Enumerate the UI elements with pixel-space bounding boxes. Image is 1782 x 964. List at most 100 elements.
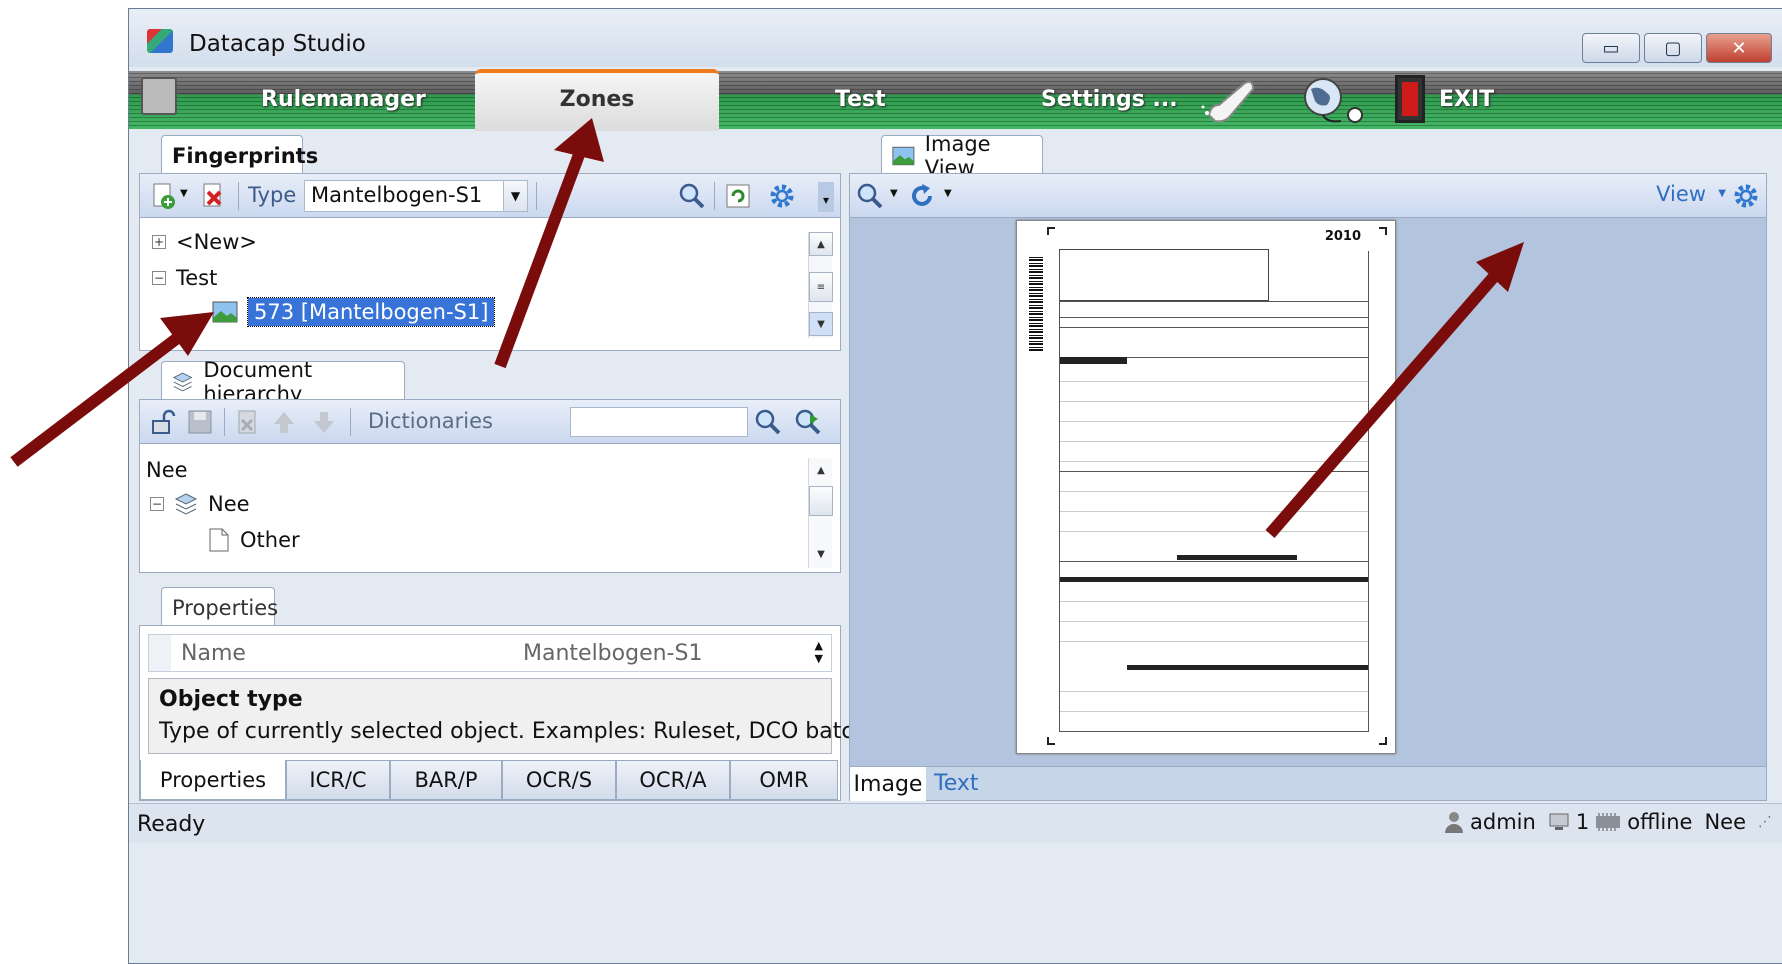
scroll-icon[interactable] — [1201, 75, 1259, 125]
move-up-icon[interactable] — [270, 408, 298, 436]
status-connection: offline — [1627, 810, 1693, 834]
tab-document-hierarchy[interactable]: Document hierarchy — [161, 358, 405, 406]
memory-chip-icon — [1596, 813, 1621, 831]
menu-exit[interactable]: EXIT — [1439, 87, 1494, 112]
scroll-thumb[interactable]: ≡ — [809, 272, 833, 302]
tab-properties[interactable]: Properties — [161, 587, 278, 627]
scroll-down-icon[interactable]: ▼ — [809, 542, 833, 566]
maximize-button[interactable]: ▢ — [1644, 33, 1702, 63]
close-button[interactable]: ✕ — [1706, 33, 1772, 63]
zoom-icon[interactable] — [856, 182, 884, 210]
collapse-icon[interactable]: − — [150, 497, 164, 511]
delete-node-icon[interactable] — [234, 408, 262, 436]
chevron-down-icon[interactable]: ▼ — [944, 188, 952, 199]
expand-icon[interactable]: + — [152, 235, 166, 249]
dropdown-arrow-icon[interactable]: ▼ — [503, 181, 527, 211]
collapse-icon[interactable]: − — [152, 271, 166, 285]
tree-item-label: Other — [240, 528, 300, 552]
tree-item-new[interactable]: + <New> — [152, 230, 257, 254]
status-user: admin — [1470, 810, 1536, 834]
type-select[interactable]: Mantelbogen-S1 ▼ — [304, 180, 528, 212]
main-menubar: Rulemanager Zones Test Settings ... EXIT — [129, 69, 1782, 131]
chevron-down-icon[interactable]: ▼ — [890, 188, 898, 199]
status-count: 1 — [1575, 810, 1590, 834]
move-down-icon[interactable] — [310, 408, 338, 436]
tab-properties-bottom[interactable]: Properties — [140, 760, 286, 800]
tab-fingerprints[interactable]: Fingerprints — [161, 135, 318, 175]
tab-ocr-a[interactable]: OCR/A — [616, 760, 730, 800]
description-text: Type of currently selected object. Examp… — [159, 719, 959, 744]
window-title: Datacap Studio — [189, 31, 366, 57]
layers-icon — [172, 372, 193, 391]
type-label: Type — [248, 183, 297, 207]
minimize-button[interactable]: ▭ — [1582, 33, 1640, 63]
properties-bottom-tabs: Properties ICR/C BAR/P OCR/S OCR/A OMR — [140, 760, 840, 800]
rotate-icon[interactable] — [908, 182, 936, 210]
tab-text[interactable]: Text — [934, 771, 979, 796]
tree-item-label: Nee — [146, 458, 188, 482]
menu-test[interactable]: Test — [835, 87, 886, 112]
view-menu[interactable]: View — [1656, 182, 1706, 206]
delete-fingerprint-icon[interactable] — [200, 182, 228, 210]
tree-item-label: Test — [176, 266, 218, 290]
exit-door-icon[interactable] — [1395, 75, 1425, 123]
tab-image[interactable]: Image — [850, 767, 926, 801]
status-info: admin 1 offline Nee ⋰ — [1444, 810, 1772, 834]
search-next-icon[interactable] — [794, 408, 822, 436]
scroll-up-icon[interactable]: ▲ — [809, 458, 833, 482]
chevron-down-icon[interactable]: ▼ — [1718, 188, 1726, 199]
property-name-value: Mantelbogen-S1 — [523, 641, 703, 666]
computer-icon — [1549, 813, 1569, 830]
property-stepper-icon[interactable]: ▲ ▼ — [815, 639, 823, 665]
app-window: Datacap Studio ▭ ▢ ✕ Rulemanager Zones T… — [128, 8, 1782, 964]
fingerprints-toolbar: ▼ Type Mantelbogen-S1 ▼ ▾ — [140, 174, 840, 218]
save-icon[interactable] — [186, 408, 214, 436]
scroll-up-icon[interactable]: ▲ — [809, 232, 833, 256]
tree-item-test[interactable]: − Test — [152, 266, 217, 290]
image-icon — [892, 146, 915, 165]
tab-ocr-s[interactable]: OCR/S — [502, 760, 616, 800]
scroll-thumb[interactable] — [809, 486, 833, 516]
properties-panel: Name Mantelbogen-S1 ▲ ▼ Object type Type … — [139, 625, 959, 801]
search-icon[interactable] — [678, 182, 706, 210]
property-name-label: Name — [181, 641, 246, 666]
toolbar-overflow-icon[interactable]: ▾ — [818, 182, 834, 212]
fingerprints-panel: ▼ Type Mantelbogen-S1 ▼ ▾ + <New> − Test… — [139, 173, 841, 351]
chevron-down-icon[interactable]: ▼ — [180, 188, 188, 199]
rulemanager-icon[interactable] — [141, 77, 177, 115]
app-logo-icon — [147, 29, 173, 53]
type-select-value: Mantelbogen-S1 — [311, 183, 483, 207]
refresh-icon[interactable] — [724, 182, 752, 210]
document-image[interactable]: 2010 — [1016, 220, 1396, 754]
tab-omr[interactable]: OMR — [730, 760, 838, 800]
gear-icon[interactable] — [1732, 182, 1760, 210]
hierarchy-node-other[interactable]: Other — [208, 528, 300, 552]
resize-grip-icon[interactable]: ⋰ — [1758, 814, 1772, 830]
tab-bar-p[interactable]: BAR/P — [390, 760, 502, 800]
unlock-icon[interactable] — [148, 408, 176, 436]
barcode-icon — [1029, 257, 1043, 351]
hierarchy-node-nee[interactable]: − Nee — [150, 492, 250, 516]
property-row-name[interactable]: Name Mantelbogen-S1 ▲ ▼ — [148, 634, 832, 672]
document-year: 2010 — [1324, 229, 1361, 244]
fingerprints-tab-label: Fingerprints — [172, 143, 319, 168]
globe-icon[interactable] — [1297, 75, 1369, 125]
tab-icr-c[interactable]: ICR/C — [286, 760, 390, 800]
gear-icon[interactable] — [768, 182, 796, 210]
scroll-down-icon[interactable]: ▼ — [809, 312, 833, 336]
image-view-bottom-tabs: Image Text — [850, 766, 1766, 801]
add-fingerprint-icon[interactable] — [150, 182, 178, 210]
menu-settings[interactable]: Settings ... — [1041, 87, 1178, 112]
tree-item-fingerprint-573[interactable]: 573 [Mantelbogen-S1] — [212, 297, 496, 327]
search-icon[interactable] — [754, 408, 782, 436]
fingerprints-scrollbar[interactable]: ▲ ≡ ▼ — [808, 232, 833, 338]
document-icon — [209, 528, 229, 552]
window-controls: ▭ ▢ ✕ — [1582, 33, 1772, 63]
hierarchy-panel: Dictionaries Nee − Nee Other ▲ ▼ — [139, 399, 841, 573]
dictionary-search-input[interactable] — [570, 407, 748, 437]
menu-zones[interactable]: Zones — [475, 69, 719, 131]
hierarchy-root[interactable]: Nee — [146, 458, 188, 482]
menu-rulemanager[interactable]: Rulemanager — [261, 87, 426, 112]
tab-image-view[interactable]: Image View — [881, 132, 1043, 180]
hierarchy-scrollbar[interactable]: ▲ ▼ — [808, 458, 833, 568]
